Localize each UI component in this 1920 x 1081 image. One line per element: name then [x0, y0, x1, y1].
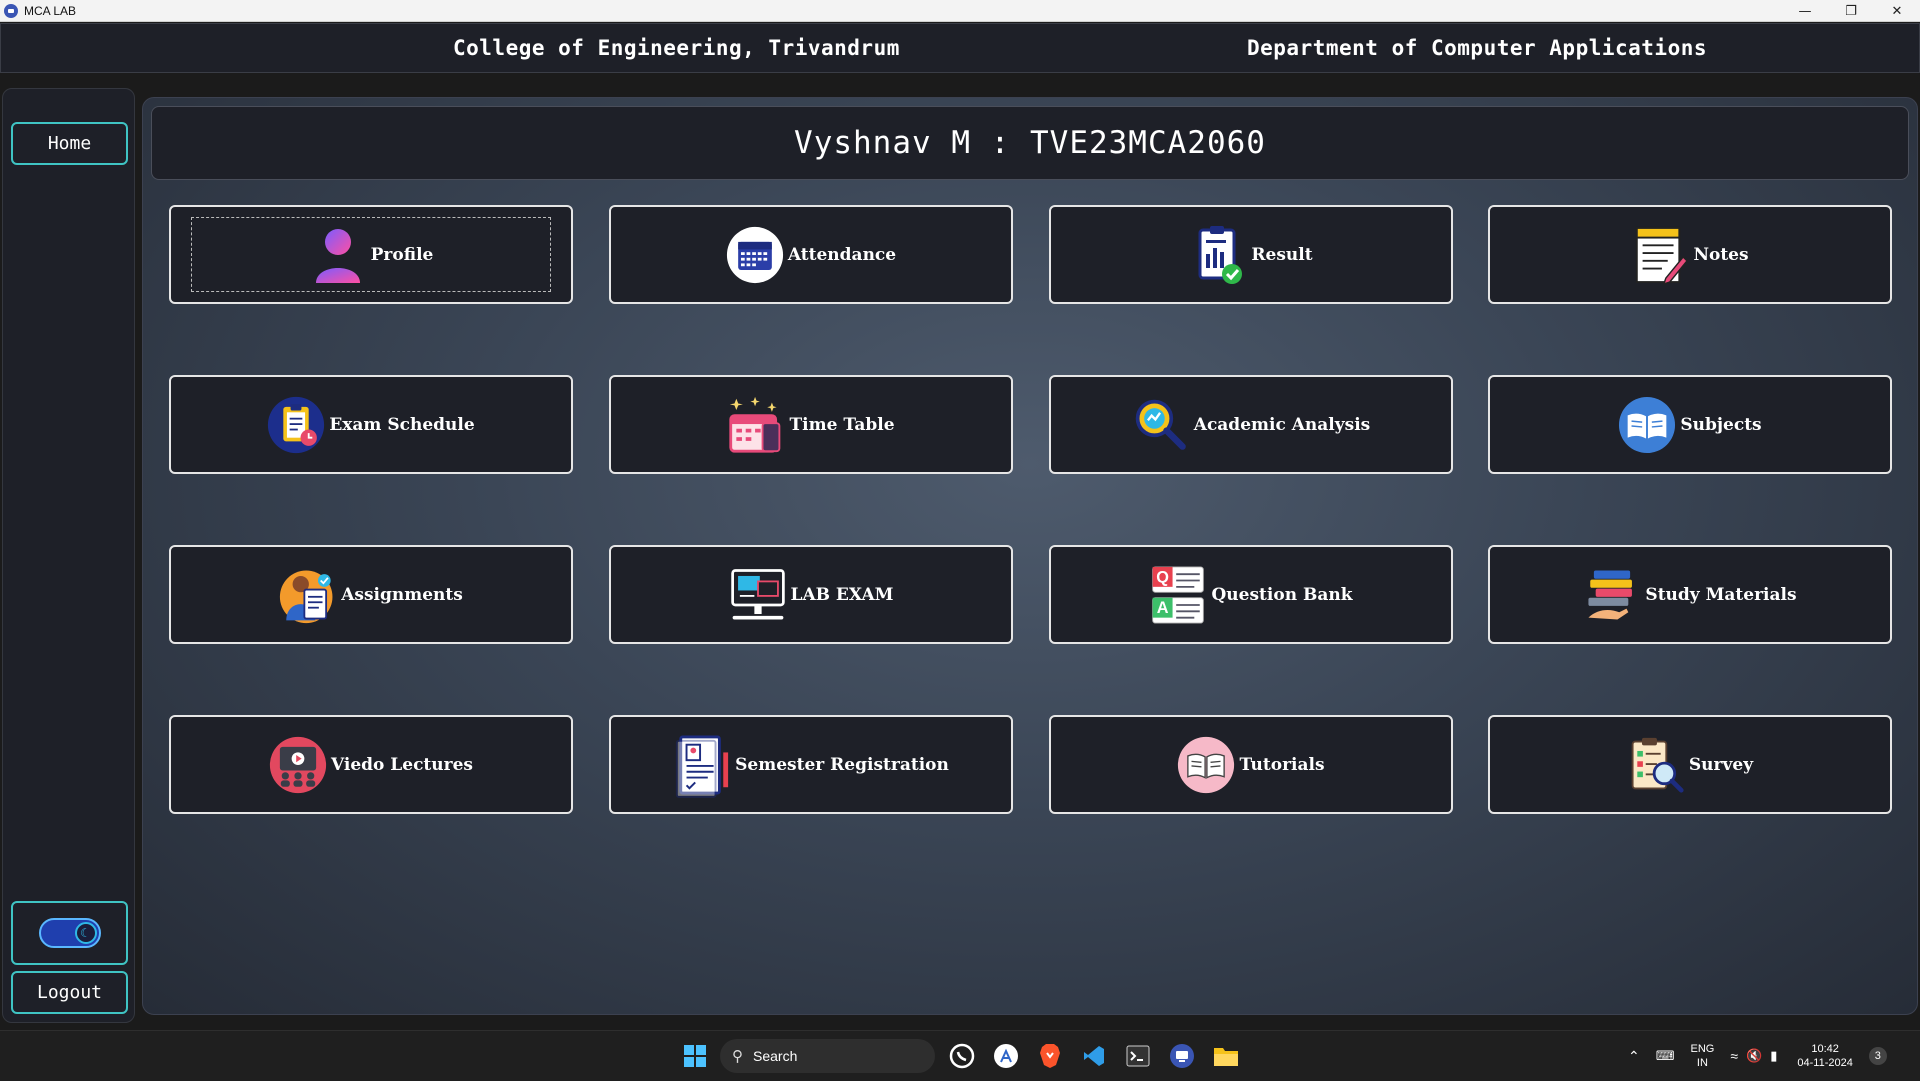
- svg-text:Q: Q: [1157, 568, 1170, 586]
- region-text: IN: [1696, 1057, 1708, 1069]
- taskbar-search[interactable]: ⚲ Search: [720, 1039, 935, 1073]
- search-placeholder: Search: [753, 1048, 798, 1064]
- svg-text:A: A: [1157, 599, 1169, 617]
- tile-label: Study Materials: [1645, 584, 1797, 605]
- home-button[interactable]: Home: [11, 122, 128, 165]
- survey-icon: [1627, 736, 1685, 794]
- search-icon: ⚲: [732, 1048, 743, 1065]
- restore-icon[interactable]: ❐: [1828, 0, 1874, 22]
- tile-label: Exam Schedule: [329, 414, 475, 435]
- tile-label: LAB EXAM: [790, 584, 894, 605]
- tile-label: Notes: [1693, 244, 1749, 265]
- wifi-icon[interactable]: ≈: [1730, 1048, 1738, 1064]
- exam-schedule-icon: [267, 396, 325, 454]
- tile-label: Academic Analysis: [1193, 414, 1371, 435]
- logout-button[interactable]: Logout: [11, 971, 128, 1014]
- book-icon: [1618, 396, 1676, 454]
- time-table-button[interactable]: Time Table: [609, 375, 1013, 474]
- tile-label: Semester Registration: [735, 754, 949, 775]
- theme-toggle[interactable]: ☾: [38, 918, 101, 948]
- notes-button[interactable]: Notes: [1488, 205, 1892, 304]
- language-indicator[interactable]: ENG IN: [1691, 1042, 1715, 1070]
- tile-label: Viedo Lectures: [331, 754, 473, 775]
- brave-icon[interactable]: [1035, 1041, 1065, 1071]
- assignment-icon: [279, 566, 337, 624]
- tile-label: Survey: [1688, 754, 1754, 775]
- video-lectures-button[interactable]: Viedo Lectures: [169, 715, 573, 814]
- tile-label: Time Table: [789, 414, 895, 435]
- app-icon: [4, 3, 18, 18]
- attendance-button[interactable]: Attendance: [609, 205, 1013, 304]
- semester-registration-button[interactable]: Semester Registration: [609, 715, 1013, 814]
- speaker-muted-icon[interactable]: 🔇: [1746, 1048, 1762, 1064]
- chevron-up-icon[interactable]: ⌃: [1628, 1048, 1640, 1065]
- tile-label: Attendance: [787, 244, 897, 265]
- app-store-icon[interactable]: [991, 1041, 1021, 1071]
- profile-button[interactable]: Profile: [169, 205, 573, 304]
- tile-label: Assignments: [341, 584, 463, 605]
- clock-date: 04-11-2024: [1797, 1057, 1853, 1069]
- study-materials-button[interactable]: Study Materials: [1488, 545, 1892, 644]
- notification-badge[interactable]: 3: [1868, 1047, 1887, 1065]
- open-book-icon: [1177, 736, 1235, 794]
- qa-icon: Q A: [1149, 565, 1207, 624]
- tutorials-button[interactable]: Tutorials: [1049, 715, 1453, 814]
- clock[interactable]: 10:42 04-11-2024: [1797, 1042, 1852, 1070]
- theme-toggle-container: ☾: [11, 901, 128, 965]
- department-name: Department of Computer Applications: [1247, 36, 1708, 60]
- lab-exam-button[interactable]: LAB EXAM: [609, 545, 1013, 644]
- computer-icon: [729, 566, 787, 624]
- window-titlebar: MCA LAB — ❐ ✕: [0, 0, 1920, 22]
- minimize-icon[interactable]: —: [1782, 0, 1828, 22]
- clock-time: 10:42: [1811, 1043, 1839, 1055]
- sidebar: Home ☾ Logout: [2, 88, 135, 1023]
- whatsapp-icon[interactable]: [947, 1041, 977, 1071]
- analysis-magnifier-icon: [1132, 396, 1190, 454]
- language-text: ENG: [1690, 1043, 1715, 1055]
- assignments-button[interactable]: Assignments: [169, 545, 573, 644]
- mca-lab-icon[interactable]: [1167, 1041, 1197, 1071]
- registration-form-icon: [673, 735, 731, 798]
- window-title: MCA LAB: [24, 3, 77, 18]
- tile-label: Subjects: [1680, 414, 1762, 435]
- tile-label: Tutorials: [1239, 754, 1325, 775]
- focus-ring: [191, 217, 551, 292]
- moon-icon: ☾: [74, 922, 97, 944]
- college-name: College of Engineering, Trivandrum: [453, 36, 900, 60]
- subjects-button[interactable]: Subjects: [1488, 375, 1892, 474]
- tile-label: Result: [1251, 244, 1313, 265]
- academic-analysis-button[interactable]: Academic Analysis: [1049, 375, 1453, 474]
- vscode-icon[interactable]: [1079, 1041, 1109, 1071]
- notes-icon: [1631, 226, 1689, 285]
- windows-start-icon[interactable]: [680, 1041, 710, 1071]
- taskbar: ⚲ Search ⌃ ⌨ ENG IN ≈ 🔇 ▮ 10:42 04-11-20…: [0, 1030, 1920, 1081]
- result-clipboard-icon: [1189, 225, 1247, 284]
- terminal-icon[interactable]: [1123, 1041, 1153, 1071]
- timetable-icon: [727, 396, 785, 454]
- question-bank-button[interactable]: Q A Question Bank: [1049, 545, 1453, 644]
- tile-label: Question Bank: [1211, 584, 1353, 605]
- user-banner: Vyshnav M : TVE23MCA2060: [151, 106, 1909, 180]
- survey-button[interactable]: Survey: [1488, 715, 1892, 814]
- app-header: College of Engineering, Trivandrum Depar…: [0, 23, 1920, 73]
- close-icon[interactable]: ✕: [1874, 0, 1920, 22]
- user-name-id: Vyshnav M : TVE23MCA2060: [794, 125, 1266, 161]
- result-button[interactable]: Result: [1049, 205, 1453, 304]
- battery-icon[interactable]: ▮: [1770, 1048, 1777, 1064]
- video-lecture-icon: [269, 736, 327, 794]
- calendar-icon: [726, 226, 784, 284]
- file-explorer-icon[interactable]: [1211, 1041, 1241, 1071]
- books-stack-icon: [1583, 566, 1641, 624]
- keyboard-icon[interactable]: ⌨: [1656, 1048, 1675, 1064]
- exam-schedule-button[interactable]: Exam Schedule: [169, 375, 573, 474]
